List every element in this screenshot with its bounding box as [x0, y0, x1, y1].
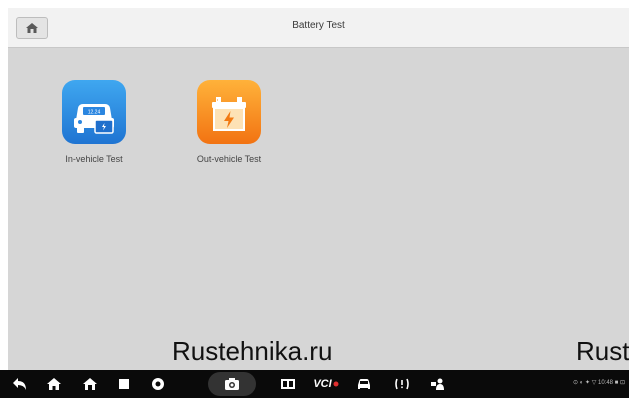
- tpms-icon[interactable]: [392, 374, 412, 394]
- back-icon[interactable]: [10, 374, 30, 394]
- remote-support-icon[interactable]: [428, 374, 448, 394]
- vci-icon[interactable]: VCI: [312, 374, 340, 394]
- app-window: Battery Test 12.24 In-vehicle Test Out-v…: [8, 8, 629, 370]
- vehicle-icon[interactable]: [354, 374, 374, 394]
- camera-icon[interactable]: [222, 374, 242, 394]
- out-vehicle-test-tile[interactable]: Out-vehicle Test: [174, 80, 284, 164]
- screen: Battery Test 12.24 In-vehicle Test Out-v…: [0, 0, 629, 398]
- in-vehicle-test-tile[interactable]: 12.24 In-vehicle Test: [39, 80, 149, 164]
- page-title: Battery Test: [292, 20, 345, 31]
- svg-text:12.24: 12.24: [88, 110, 101, 116]
- recent-apps-icon[interactable]: [114, 374, 134, 394]
- system-nav-bar: VCI ⊙ ◐ ✦ ▽ 10:48 ■ ⊡: [0, 370, 629, 398]
- status-indicators: ⊙ ◐ ✦ ▽ 10:48 ■ ⊡: [573, 380, 625, 386]
- out-vehicle-test-label: Out-vehicle Test: [196, 154, 262, 164]
- launcher-home-icon[interactable]: [80, 374, 100, 394]
- watermark-text-cropped: Rustehnika.ru: [576, 336, 629, 366]
- display-mirror-icon[interactable]: [278, 374, 298, 394]
- out-vehicle-test-icon: [197, 80, 261, 144]
- browser-icon[interactable]: [148, 374, 168, 394]
- watermark-text: Rustehnika.ru: [172, 336, 333, 366]
- home-icon[interactable]: [44, 374, 64, 394]
- in-vehicle-test-label: In-vehicle Test: [65, 154, 123, 164]
- in-vehicle-test-icon: 12.24: [62, 80, 126, 144]
- header-bar: Battery Test: [8, 8, 629, 48]
